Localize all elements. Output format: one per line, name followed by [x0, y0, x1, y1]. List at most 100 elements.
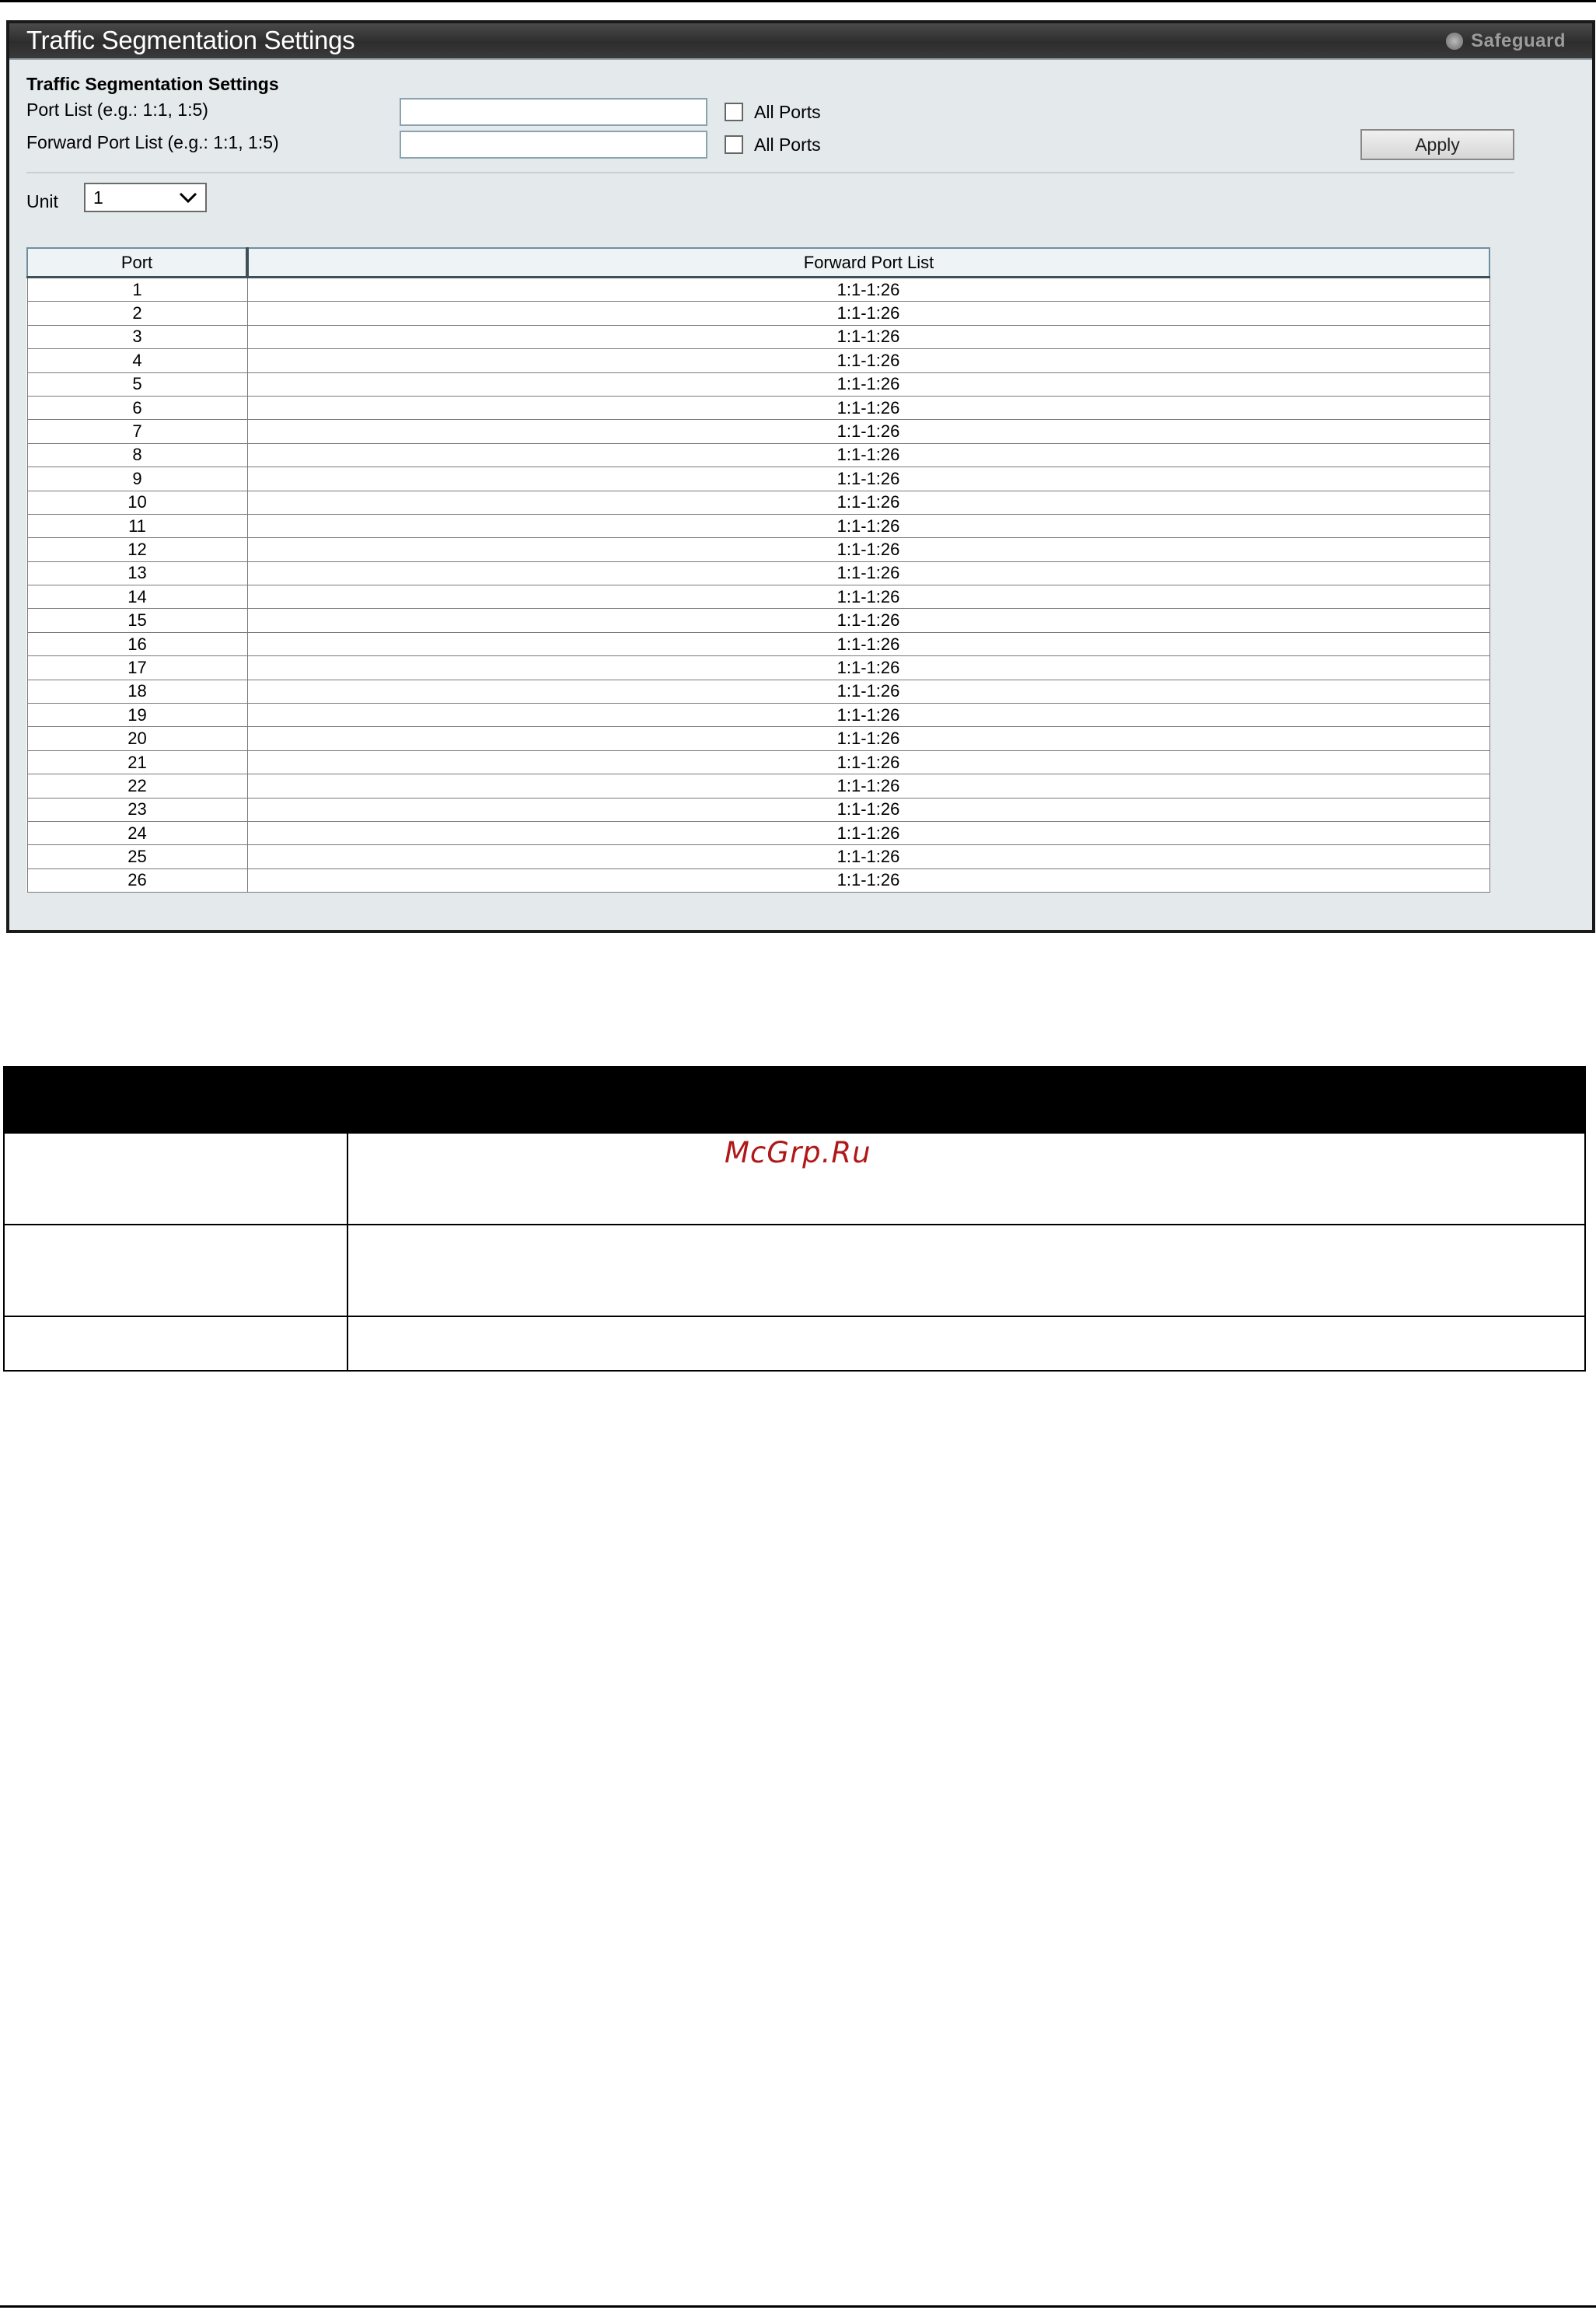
table-row: 9 1:1-1:26	[26, 467, 1490, 491]
table-row: 20 1:1-1:26	[26, 726, 1490, 751]
forward-port-list-cell: 1:1-1:26	[246, 844, 1490, 869]
port-cell: 25	[26, 844, 248, 869]
port-cell: 23	[26, 798, 248, 822]
port-cell: 22	[26, 774, 248, 799]
page-top-rule	[0, 0, 1596, 2]
forward-port-list-cell: 1:1-1:26	[246, 655, 1490, 680]
forward-port-list-cell: 1:1-1:26	[246, 868, 1490, 893]
table-row: 26 1:1-1:26	[26, 868, 1490, 893]
table-row: 25 1:1-1:26	[26, 844, 1490, 869]
forward-port-list-cell: 1:1-1:26	[246, 632, 1490, 657]
table-row: 1 1:1-1:26	[26, 277, 1490, 302]
forward-port-list-cell: 1:1-1:26	[246, 537, 1490, 562]
doc-table-row	[5, 1224, 1584, 1317]
forward-port-list-input[interactable]	[400, 131, 707, 159]
port-cell: 24	[26, 821, 248, 846]
table-row: 19 1:1-1:26	[26, 703, 1490, 728]
forward-all-ports-label: All Ports	[754, 135, 821, 155]
forward-port-list-cell: 1:1-1:26	[246, 372, 1490, 397]
safeguard-indicator: Safeguard	[1446, 30, 1566, 52]
port-cell: 9	[26, 467, 248, 491]
port-cell: 15	[26, 608, 248, 633]
table-row: 16 1:1-1:26	[26, 632, 1490, 657]
forward-port-list-cell: 1:1-1:26	[246, 301, 1490, 326]
forward-port-list-cell: 1:1-1:26	[246, 514, 1490, 539]
traffic-segmentation-panel: Traffic Segmentation Settings Safeguard …	[6, 20, 1595, 933]
table-row: 14 1:1-1:26	[26, 585, 1490, 610]
forward-port-list-cell: 1:1-1:26	[246, 491, 1490, 515]
port-cell: 8	[26, 443, 248, 468]
port-cell: 21	[26, 750, 248, 775]
forward-port-list-cell: 1:1-1:26	[246, 561, 1490, 586]
port-cell: 3	[26, 325, 248, 350]
port-cell: 2	[26, 301, 248, 326]
forward-port-list-cell: 1:1-1:26	[246, 396, 1490, 421]
table-row: 3 1:1-1:26	[26, 325, 1490, 350]
parameter-description-table	[3, 1066, 1586, 1372]
forward-port-list-cell: 1:1-1:26	[246, 680, 1490, 704]
forward-port-list-cell: 1:1-1:26	[246, 277, 1490, 302]
table-row: 13 1:1-1:26	[26, 561, 1490, 586]
page-bottom-rule	[0, 2305, 1596, 2308]
forward-port-list-cell: 1:1-1:26	[246, 585, 1490, 610]
port-cell: 26	[26, 868, 248, 893]
table-row: 24 1:1-1:26	[26, 821, 1490, 846]
forward-all-ports-checkbox[interactable]	[725, 135, 743, 154]
forward-port-list-label: Forward Port List (e.g.: 1:1, 1:5)	[26, 132, 279, 152]
table-row: 18 1:1-1:26	[26, 680, 1490, 704]
table-row: 2 1:1-1:26	[26, 301, 1490, 326]
table-row: 11 1:1-1:26	[26, 514, 1490, 539]
forward-port-list-cell: 1:1-1:26	[246, 774, 1490, 799]
forward-port-list-cell: 1:1-1:26	[246, 467, 1490, 491]
table-row: 21 1:1-1:26	[26, 750, 1490, 775]
watermark-text: McGrp.Ru	[725, 1136, 871, 1169]
port-cell: 17	[26, 655, 248, 680]
doc-table-header	[5, 1068, 1584, 1132]
forward-port-list-cell: 1:1-1:26	[246, 750, 1490, 775]
forward-port-list-cell: 1:1-1:26	[246, 798, 1490, 822]
port-cell: 5	[26, 372, 248, 397]
table-row: 6 1:1-1:26	[26, 396, 1490, 421]
unit-select-value: 1	[93, 187, 103, 208]
port-cell: 4	[26, 348, 248, 373]
forward-port-list-column-header: Forward Port List	[246, 247, 1490, 278]
forward-port-list-cell: 1:1-1:26	[246, 821, 1490, 846]
safeguard-status-icon	[1446, 33, 1464, 50]
apply-button[interactable]: Apply	[1360, 129, 1514, 160]
port-cell: 14	[26, 585, 248, 610]
table-row: 10 1:1-1:26	[26, 491, 1490, 515]
port-all-ports-checkbox[interactable]	[725, 103, 743, 121]
port-cell: 6	[26, 396, 248, 421]
forward-port-list-cell: 1:1-1:26	[246, 443, 1490, 468]
port-list-label: Port List (e.g.: 1:1, 1:5)	[26, 100, 208, 120]
traffic-segmentation-table: Port Forward Port List 1 1:1-1:26 2 1:1-1:2…	[26, 247, 1490, 893]
window-titlebar: Traffic Segmentation Settings Safeguard	[9, 23, 1592, 60]
port-list-input[interactable]	[400, 98, 707, 126]
safeguard-label: Safeguard	[1471, 30, 1566, 51]
table-row: 15 1:1-1:26	[26, 608, 1490, 633]
forward-port-list-cell: 1:1-1:26	[246, 419, 1490, 444]
forward-port-list-cell: 1:1-1:26	[246, 703, 1490, 728]
table-row: 17 1:1-1:26	[26, 655, 1490, 680]
unit-label: Unit	[26, 191, 58, 211]
port-cell: 7	[26, 419, 248, 444]
port-cell: 19	[26, 703, 248, 728]
port-cell: 10	[26, 491, 248, 515]
table-row: 7 1:1-1:26	[26, 419, 1490, 444]
forward-port-list-cell: 1:1-1:26	[246, 726, 1490, 751]
table-row: 12 1:1-1:26	[26, 537, 1490, 562]
table-row: 5 1:1-1:26	[26, 372, 1490, 397]
doc-table-row	[5, 1316, 1584, 1372]
port-cell: 16	[26, 632, 248, 657]
section-title: Traffic Segmentation Settings	[26, 74, 279, 94]
port-cell: 20	[26, 726, 248, 751]
window-title: Traffic Segmentation Settings	[26, 26, 355, 54]
form-divider	[26, 172, 1514, 173]
chevron-down-icon	[179, 192, 197, 204]
table-row: 22 1:1-1:26	[26, 774, 1490, 799]
forward-port-list-cell: 1:1-1:26	[246, 325, 1490, 350]
port-cell: 13	[26, 561, 248, 586]
unit-select[interactable]: 1	[84, 183, 207, 212]
port-cell: 12	[26, 537, 248, 562]
table-row: 8 1:1-1:26	[26, 443, 1490, 468]
